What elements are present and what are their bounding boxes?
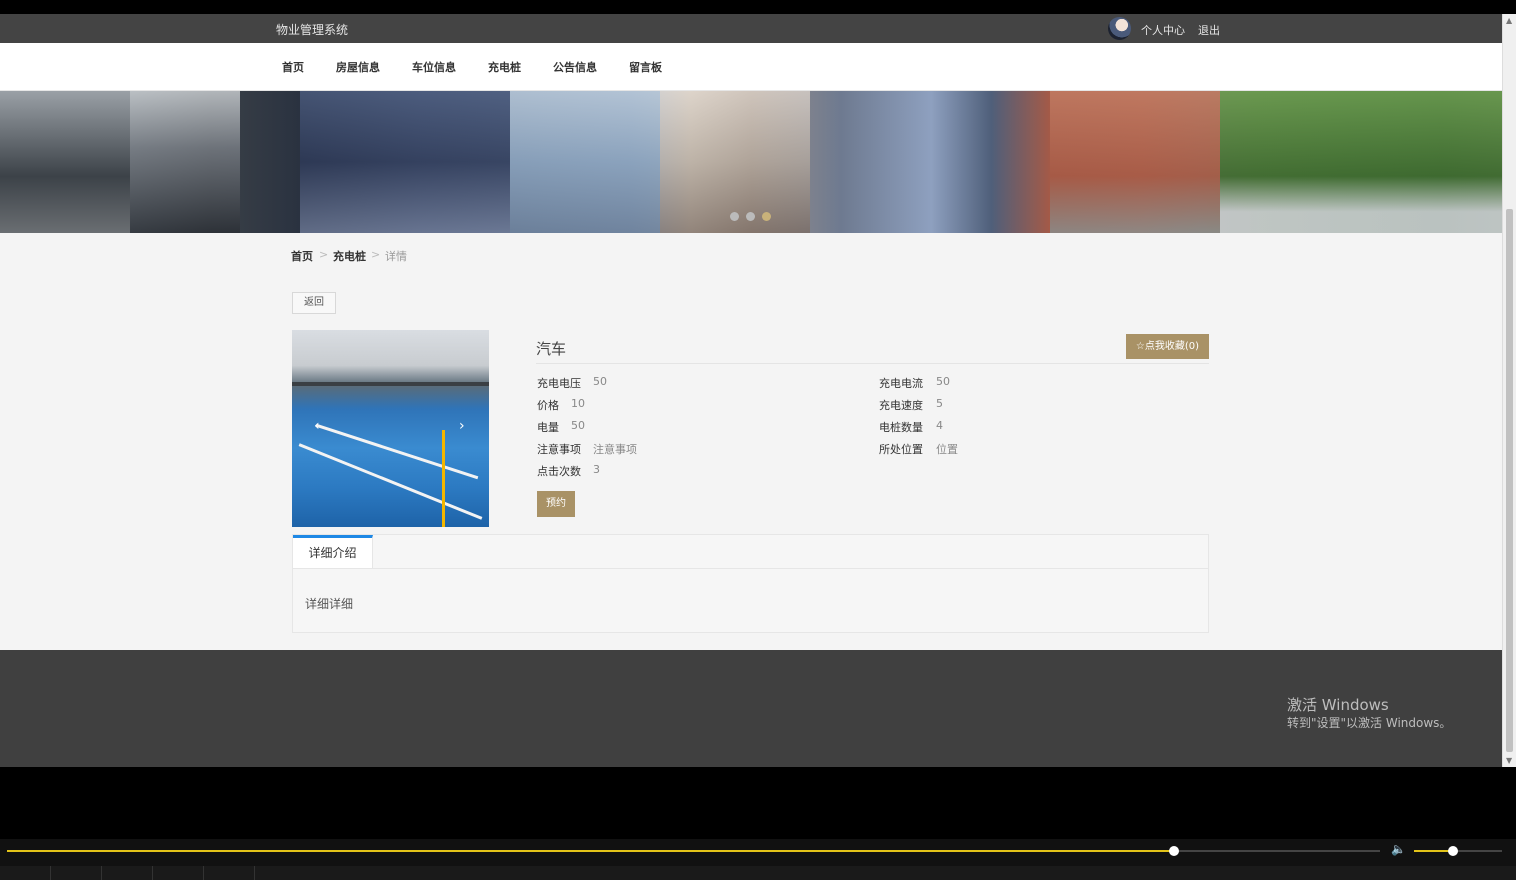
nav-item-parking[interactable]: 车位信息 xyxy=(412,59,456,75)
floor-line xyxy=(315,423,479,480)
taskbar-divider xyxy=(203,866,204,880)
field-label-price: 价格 xyxy=(537,399,559,412)
seek-bar[interactable] xyxy=(7,846,1380,856)
field-value-price: 10 xyxy=(571,397,585,410)
breadcrumb-current: 详情 xyxy=(385,250,407,263)
chevron-left-icon[interactable]: ‹ xyxy=(314,418,320,434)
ceiling-beam xyxy=(292,382,489,386)
banner-carousel[interactable] xyxy=(0,91,1502,233)
chevron-right-icon[interactable]: › xyxy=(459,418,465,434)
favorite-button-label: 点我收藏(0) xyxy=(1144,341,1200,352)
breadcrumb-separator: > xyxy=(371,248,381,261)
field-label-capacity: 电量 xyxy=(537,421,559,434)
page-scrollbar[interactable]: ▲ ▼ xyxy=(1502,14,1516,767)
user-avatar[interactable] xyxy=(1108,17,1131,40)
nav-item-notices[interactable]: 公告信息 xyxy=(553,59,597,75)
screen: 物业管理系统 个人中心 退出 首页 房屋信息 车位信息 充电桩 公告信息 留言板… xyxy=(0,0,1516,880)
field-value-current: 50 xyxy=(936,375,950,388)
field-value-voltage: 50 xyxy=(593,375,607,388)
volume-slider[interactable] xyxy=(1414,846,1502,856)
field-value-pile-count: 4 xyxy=(936,419,943,432)
detail-tabs: 详细介绍 详细详细 xyxy=(292,534,1209,633)
back-button[interactable]: 返回 xyxy=(292,292,336,314)
carousel-dot-2[interactable] xyxy=(746,212,755,221)
user-center-link[interactable]: 个人中心 xyxy=(1141,22,1185,38)
volume-icon[interactable]: 🔈 xyxy=(1391,842,1406,856)
field-value-speed: 5 xyxy=(936,397,943,410)
seek-bar-progress xyxy=(7,850,1175,852)
favorite-button[interactable]: ☆点我收藏(0) xyxy=(1126,334,1209,359)
banner-trees-cars xyxy=(1220,91,1502,233)
star-icon: ☆ xyxy=(1135,341,1145,352)
volume-handle[interactable] xyxy=(1447,846,1458,856)
banner-glass-facade xyxy=(300,91,510,233)
logout-link[interactable]: 退出 xyxy=(1198,22,1220,38)
book-button[interactable]: 预约 xyxy=(537,491,575,517)
nav-item-home[interactable]: 首页 xyxy=(282,59,304,75)
top-header-bar: 物业管理系统 个人中心 退出 xyxy=(0,14,1502,43)
banner-doorway xyxy=(130,91,240,233)
breadcrumb-home[interactable]: 首页 xyxy=(291,248,313,264)
page-footer xyxy=(0,650,1502,767)
product-image: ‹ › xyxy=(292,330,489,527)
volume-level xyxy=(1414,850,1453,852)
title-divider xyxy=(536,363,1209,364)
yellow-stripe xyxy=(442,430,445,527)
field-label-pile-count: 电桩数量 xyxy=(879,421,923,434)
nav-item-message-board[interactable]: 留言板 xyxy=(629,59,662,75)
field-label-speed: 充电速度 xyxy=(879,399,923,412)
carousel-dot-3[interactable] xyxy=(762,212,771,221)
site-title: 物业管理系统 xyxy=(276,23,349,37)
taskbar-divider xyxy=(152,866,153,880)
seek-handle[interactable] xyxy=(1169,846,1180,856)
banner-glass-window xyxy=(510,91,660,233)
scroll-up-icon[interactable]: ▲ xyxy=(1506,16,1512,25)
main-nav: 首页 房屋信息 车位信息 充电桩 公告信息 留言板 xyxy=(0,43,1502,91)
scrollbar-thumb[interactable] xyxy=(1506,209,1513,752)
tab-divider xyxy=(293,568,1208,569)
breadcrumb-section[interactable]: 充电桩 xyxy=(333,248,366,264)
scroll-down-icon[interactable]: ▼ xyxy=(1506,756,1512,765)
taskbar-divider xyxy=(101,866,102,880)
field-value-notes: 注意事项 xyxy=(593,443,637,456)
taskbar-divider xyxy=(50,866,51,880)
nav-item-houses[interactable]: 房屋信息 xyxy=(336,59,380,75)
field-value-capacity: 50 xyxy=(571,419,585,432)
tab-detail-intro[interactable]: 详细介绍 xyxy=(293,535,373,568)
windows-activation-title: 激活 Windows xyxy=(1287,696,1389,714)
field-label-location: 所处位置 xyxy=(879,443,923,456)
tab-content: 详细详细 xyxy=(305,597,354,611)
video-player-controls: 🔈 xyxy=(0,839,1516,880)
field-value-location: 位置 xyxy=(936,443,958,456)
field-label-current: 充电电流 xyxy=(879,377,923,390)
banner-red-building xyxy=(1050,91,1220,233)
browser-page: 物业管理系统 个人中心 退出 首页 房屋信息 车位信息 充电桩 公告信息 留言板… xyxy=(0,14,1502,767)
floor-line xyxy=(298,443,483,520)
field-label-clicks: 点击次数 xyxy=(537,465,581,478)
carousel-dot-1[interactable] xyxy=(730,212,739,221)
taskbar xyxy=(0,866,1516,880)
breadcrumb-separator: > xyxy=(319,248,329,261)
detail-title: 汽车 xyxy=(536,340,567,358)
field-value-clicks: 3 xyxy=(593,463,600,476)
taskbar-divider xyxy=(254,866,255,880)
nav-item-charging-pile[interactable]: 充电桩 xyxy=(488,59,521,75)
field-label-voltage: 充电电压 xyxy=(537,377,581,390)
banner-building-left xyxy=(0,91,130,233)
field-label-notes: 注意事项 xyxy=(537,443,581,456)
windows-activation-hint: 转到"设置"以激活 Windows。 xyxy=(1287,716,1452,730)
